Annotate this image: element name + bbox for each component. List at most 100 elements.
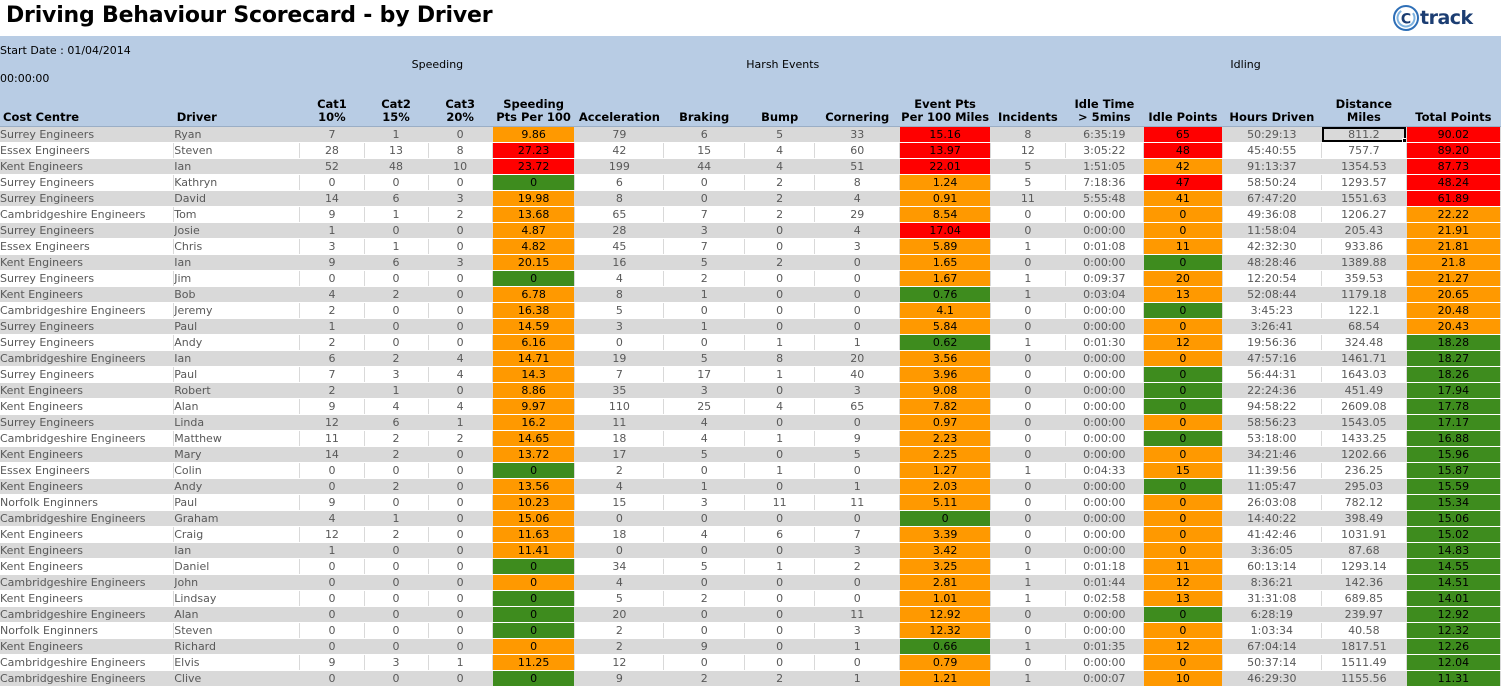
cell-cat2[interactable]: 2 xyxy=(364,478,429,495)
cell-incidents[interactable]: 1 xyxy=(990,574,1066,591)
cell-cornering[interactable]: 3 xyxy=(814,622,901,639)
cell-acceleration[interactable]: 15 xyxy=(574,494,665,511)
cell-idle-time[interactable]: 0:01:08 xyxy=(1065,238,1145,255)
cell-cat3[interactable]: 0 xyxy=(428,126,493,143)
cell-cat1[interactable]: 0 xyxy=(299,478,365,495)
table-row[interactable]: Surrey Engineers Jim 0 0 0 0 4 2 0 0 1.67 1 0:09:37 2… xyxy=(0,270,1501,287)
cell-cornering[interactable]: 1 xyxy=(814,670,901,687)
cell-braking[interactable]: 1 xyxy=(663,286,746,303)
cell-hours-driven[interactable]: 11:39:56 xyxy=(1222,462,1322,479)
cell-cost-centre[interactable]: Kent Engineers xyxy=(0,382,175,399)
cell-cat2[interactable]: 0 xyxy=(364,318,429,335)
cell-idle-time[interactable]: 0:01:30 xyxy=(1065,334,1145,351)
cell-driver[interactable]: Jeremy xyxy=(173,302,301,319)
cell-driver[interactable]: Ian xyxy=(173,158,301,175)
cell-braking[interactable]: 44 xyxy=(663,158,746,175)
cell-driver[interactable]: Steven xyxy=(173,142,301,159)
cell-distance-miles[interactable]: 757.7 xyxy=(1321,142,1407,159)
cell-braking[interactable]: 0 xyxy=(663,174,746,191)
cell-idle-points[interactable]: 0 xyxy=(1143,654,1223,671)
cell-hours-driven[interactable]: 94:58:22 xyxy=(1222,398,1322,415)
cell-cornering[interactable]: 0 xyxy=(814,270,901,287)
table-row[interactable]: Surrey Engineers David 14 6 3 19.98 8 0 2 4 0.91 11… xyxy=(0,190,1501,207)
cell-cat3[interactable]: 0 xyxy=(428,318,493,335)
cell-braking[interactable]: 5 xyxy=(663,350,746,367)
cell-cornering[interactable]: 40 xyxy=(814,366,901,383)
cell-idle-time[interactable]: 3:05:22 xyxy=(1065,142,1145,159)
cell-speeding-pts[interactable]: 9.97 xyxy=(492,398,576,415)
table-row[interactable]: Kent Engineers Ian 52 48 10 23.72 199 44 4 51 22.0… xyxy=(0,158,1501,175)
cell-driver[interactable]: Graham xyxy=(173,510,301,527)
cell-distance-miles[interactable]: 398.49 xyxy=(1321,510,1407,527)
cell-cost-centre[interactable]: Cambridgeshire Engineers xyxy=(0,574,175,591)
cell-total-points[interactable]: 17.17 xyxy=(1406,414,1501,431)
cell-idle-points[interactable]: 42 xyxy=(1143,158,1223,175)
cell-bump[interactable]: 0 xyxy=(744,606,816,623)
cell-idle-time[interactable]: 0:00:00 xyxy=(1065,478,1145,495)
cell-acceleration[interactable]: 65 xyxy=(574,206,665,223)
table-row[interactable]: Norfolk Enginners Steven 0 0 0 0 2 0 0 3 12.32 0 0:0… xyxy=(0,622,1501,639)
cell-acceleration[interactable]: 2 xyxy=(574,622,665,639)
cell-cat3[interactable]: 3 xyxy=(428,254,493,271)
cell-hours-driven[interactable]: 67:04:14 xyxy=(1222,638,1322,655)
cell-acceleration[interactable]: 9 xyxy=(574,670,665,687)
cell-total-points[interactable]: 15.59 xyxy=(1406,478,1501,495)
cell-driver[interactable]: Robert xyxy=(173,382,301,399)
cell-acceleration[interactable]: 7 xyxy=(574,366,665,383)
cell-total-points[interactable]: 12.04 xyxy=(1406,654,1501,671)
cell-cat3[interactable]: 0 xyxy=(428,606,493,623)
cell-cost-centre[interactable]: Essex Engineers xyxy=(0,142,175,159)
cell-cat1[interactable]: 0 xyxy=(299,622,365,639)
cell-speeding-pts[interactable]: 14.65 xyxy=(492,430,576,447)
col-cat1[interactable]: Cat1 10% xyxy=(299,93,364,127)
cell-speeding-pts[interactable]: 0 xyxy=(492,558,576,575)
cell-cat2[interactable]: 1 xyxy=(364,126,429,143)
cell-acceleration[interactable]: 79 xyxy=(574,126,665,143)
cell-idle-points[interactable]: 0 xyxy=(1143,302,1223,319)
col-cornering[interactable]: Cornering xyxy=(814,93,900,127)
cell-cost-centre[interactable]: Cambridgeshire Engineers xyxy=(0,670,175,687)
cell-idle-points[interactable]: 0 xyxy=(1143,510,1223,527)
cell-cornering[interactable]: 9 xyxy=(814,430,901,447)
cell-hours-driven[interactable]: 58:50:24 xyxy=(1222,174,1322,191)
cell-hours-driven[interactable]: 56:44:31 xyxy=(1222,366,1322,383)
cell-speeding-pts[interactable]: 19.98 xyxy=(492,190,576,207)
col-incidents[interactable]: Incidents xyxy=(990,93,1066,127)
cell-cat2[interactable]: 1 xyxy=(364,382,429,399)
cell-speeding-pts[interactable]: 13.68 xyxy=(492,206,576,223)
cell-cornering[interactable]: 1 xyxy=(814,638,901,655)
cell-incidents[interactable]: 5 xyxy=(990,158,1066,175)
cell-incidents[interactable]: 0 xyxy=(990,206,1066,223)
cell-driver[interactable]: Paul xyxy=(173,318,301,335)
cell-cat3[interactable]: 0 xyxy=(428,270,493,287)
cell-event-pts[interactable]: 9.08 xyxy=(899,382,992,399)
cell-event-pts[interactable]: 1.24 xyxy=(899,174,992,191)
cell-cat1[interactable]: 7 xyxy=(299,126,365,143)
cell-hours-driven[interactable]: 3:26:41 xyxy=(1222,318,1322,335)
cell-cat3[interactable]: 0 xyxy=(428,174,493,191)
cell-cat3[interactable]: 0 xyxy=(428,670,493,687)
cell-cat1[interactable]: 0 xyxy=(299,590,365,607)
cell-speeding-pts[interactable]: 16.2 xyxy=(492,414,576,431)
cell-total-points[interactable]: 21.27 xyxy=(1406,270,1501,287)
cell-distance-miles[interactable]: 205.43 xyxy=(1321,222,1407,239)
cell-incidents[interactable]: 0 xyxy=(990,526,1066,543)
cell-bump[interactable]: 2 xyxy=(744,174,816,191)
cell-hours-driven[interactable]: 58:56:23 xyxy=(1222,414,1322,431)
cell-cornering[interactable]: 60 xyxy=(814,142,901,159)
cell-total-points[interactable]: 15.02 xyxy=(1406,526,1501,543)
cell-idle-points[interactable]: 0 xyxy=(1143,478,1223,495)
cell-bump[interactable]: 0 xyxy=(744,382,816,399)
cell-idle-time[interactable]: 0:03:04 xyxy=(1065,286,1145,303)
cell-cat1[interactable]: 4 xyxy=(299,286,365,303)
cell-cost-centre[interactable]: Essex Engineers xyxy=(0,238,175,255)
table-row[interactable]: Kent Engineers Robert 2 1 0 8.86 35 3 0 3 9.08 0 0:0… xyxy=(0,382,1501,399)
cell-speeding-pts[interactable]: 4.87 xyxy=(492,222,576,239)
cell-driver[interactable]: Kathryn xyxy=(173,174,301,191)
cell-idle-points[interactable]: 0 xyxy=(1143,606,1223,623)
cell-event-pts[interactable]: 0 xyxy=(899,510,992,527)
cell-incidents[interactable]: 11 xyxy=(990,190,1066,207)
cell-idle-time[interactable]: 0:00:00 xyxy=(1065,302,1145,319)
cell-cat1[interactable]: 9 xyxy=(299,254,365,271)
cell-acceleration[interactable]: 0 xyxy=(574,542,665,559)
